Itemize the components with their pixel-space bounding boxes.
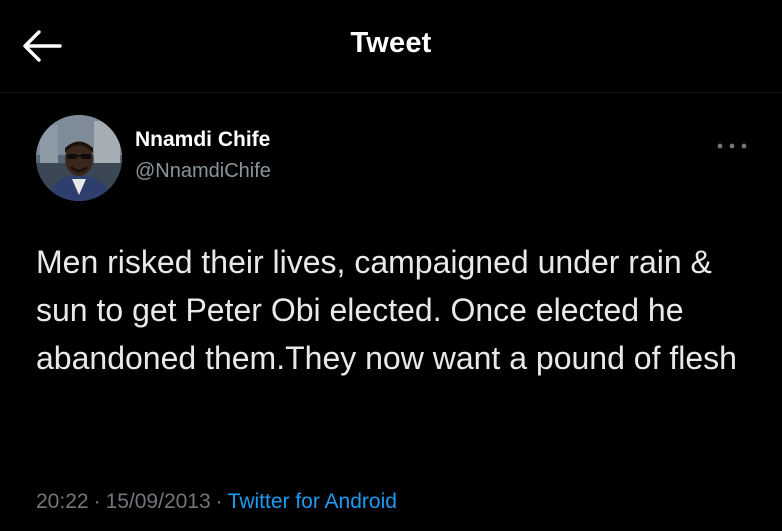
header-divider	[0, 92, 782, 93]
page-title: Tweet	[350, 27, 432, 59]
tweet-text: Men risked their lives, campaigned under…	[36, 244, 737, 376]
avatar[interactable]	[36, 115, 122, 201]
profile-photo	[36, 115, 122, 201]
tweet-metadata: 20:22 · 15/09/2013 · Twitter for Android	[36, 490, 397, 514]
author-handle[interactable]: @NnamdiChife	[135, 160, 271, 183]
tweet-time: 20:22	[36, 490, 89, 513]
tweet-date: 15/09/2013	[105, 490, 211, 513]
meta-separator: ·	[93, 490, 101, 513]
tweet-author: Nnamdi Chife @NnamdiChife	[36, 115, 736, 205]
top-bar: Tweet	[0, 0, 782, 92]
more-horizontal-icon	[717, 143, 747, 149]
author-display-name[interactable]: Nnamdi Chife	[135, 128, 270, 152]
more-options-button[interactable]	[712, 137, 752, 155]
meta-separator: ·	[215, 490, 223, 513]
tweet-source-link[interactable]: Twitter for Android	[228, 490, 397, 513]
